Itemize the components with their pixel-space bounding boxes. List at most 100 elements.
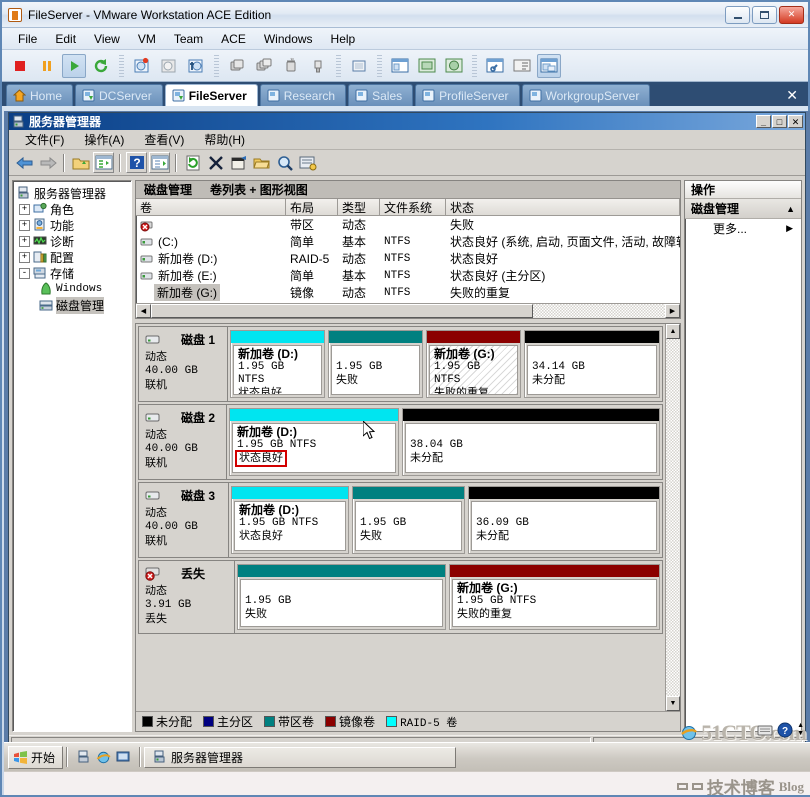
mmc-menu-file[interactable]: 文件(F): [15, 129, 74, 150]
table-row[interactable]: (C:) 简单 基本 NTFS 状态良好 (系统, 启动, 页面文件, 活动, …: [136, 233, 680, 250]
clone-button[interactable]: [225, 54, 249, 78]
expander-icon[interactable]: +: [19, 219, 30, 231]
column-header-volume[interactable]: 卷: [136, 199, 286, 215]
server-manager-quick-icon[interactable]: [116, 750, 130, 764]
snapshot-manager-button[interactable]: [184, 54, 208, 78]
column-header-type[interactable]: 类型: [338, 199, 380, 215]
table-row[interactable]: 带区 动态 失败: [136, 216, 680, 233]
partition[interactable]: 新加卷 (D:) 1.95 GB NTFS 状态良好: [229, 408, 399, 476]
tab-sales[interactable]: Sales: [348, 84, 414, 106]
rescan-disks-button[interactable]: [297, 152, 318, 173]
mmc-restore-button[interactable]: □: [772, 115, 787, 128]
properties-button[interactable]: [228, 152, 249, 173]
mmc-minimize-button[interactable]: _: [756, 115, 771, 128]
mmc-close-button[interactable]: ✕: [788, 115, 803, 128]
tab-dcserver[interactable]: DCServer: [75, 84, 163, 106]
tree-root[interactable]: 服务器管理器: [15, 185, 129, 201]
close-tab-button[interactable]: ✕: [786, 87, 808, 106]
column-header-filesystem[interactable]: 文件系统: [380, 199, 446, 215]
capture-screen-button[interactable]: [347, 54, 371, 78]
search-button[interactable]: [274, 152, 295, 173]
show-hide-tree-button[interactable]: [93, 152, 114, 173]
tree-child-windows-backup[interactable]: Windows: [15, 281, 129, 297]
show-desktop-icon[interactable]: [77, 750, 91, 764]
column-header-status[interactable]: 状态: [446, 199, 680, 215]
menu-file[interactable]: File: [10, 30, 45, 48]
take-snapshot-button[interactable]: [130, 54, 154, 78]
summary-button[interactable]: [510, 54, 534, 78]
column-header-layout[interactable]: 布局: [286, 199, 338, 215]
keyboard-icon[interactable]: [757, 723, 773, 737]
actions-section-disk-management[interactable]: 磁盘管理 ▲: [685, 199, 801, 219]
partition[interactable]: 新加卷 (G:) 1.95 GB NTFS 失败的重复: [426, 330, 521, 398]
show-action-pane-button[interactable]: [149, 152, 170, 173]
mmc-menu-view[interactable]: 查看(V): [134, 129, 194, 150]
scroll-up-button[interactable]: ▲: [666, 324, 680, 339]
menu-team[interactable]: Team: [166, 30, 211, 48]
expander-icon[interactable]: +: [19, 235, 30, 247]
tree-item-roles[interactable]: + 角色: [15, 201, 129, 217]
scroll-left-button[interactable]: ◀: [136, 304, 151, 318]
disk-row[interactable]: 磁盘 1 动态 40.00 GB 联机 新加卷 (D:) 1.95 GB NTF…: [138, 326, 663, 402]
tab-research[interactable]: Research: [259, 84, 347, 106]
tab-profileserver[interactable]: ProfileServer: [415, 84, 520, 106]
taskbar-item-server-manager[interactable]: 服务器管理器: [144, 746, 457, 768]
tree-item-diagnostics[interactable]: + 诊断: [15, 233, 129, 249]
partition[interactable]: 38.04 GB 未分配: [402, 408, 660, 476]
partition[interactable]: 36.09 GB 未分配: [468, 486, 660, 554]
pause-button[interactable]: [35, 54, 59, 78]
settings-button[interactable]: [483, 54, 507, 78]
chevron-down-icon[interactable]: ▼: [797, 730, 804, 737]
partition[interactable]: 1.95 GB 失败: [328, 330, 423, 398]
disk-row[interactable]: 磁盘 2 动态 40.00 GB 联机 新加卷 (D:) 1.95 GB NTF…: [138, 404, 663, 480]
revert-snapshot-button[interactable]: [157, 54, 181, 78]
partition[interactable]: 34.14 GB 未分配: [524, 330, 660, 398]
tree-child-disk-management[interactable]: 磁盘管理: [15, 296, 129, 314]
volume-list-hscrollbar[interactable]: ◀ ▶: [136, 303, 680, 318]
tree-item-storage[interactable]: - 存储: [15, 265, 129, 281]
clone-multiple-button[interactable]: [252, 54, 276, 78]
power-off-button[interactable]: [8, 54, 32, 78]
graphical-view-vscrollbar[interactable]: ▲ ▼: [665, 324, 680, 711]
expander-icon[interactable]: +: [19, 251, 30, 263]
open-folder-button[interactable]: [251, 152, 272, 173]
delete-button[interactable]: [205, 152, 226, 173]
play-button[interactable]: [62, 53, 86, 78]
delete-vm-button[interactable]: [279, 54, 303, 78]
start-button[interactable]: 开始: [8, 745, 64, 769]
mmc-menu-help[interactable]: 帮助(H): [194, 129, 255, 150]
expander-icon[interactable]: -: [19, 267, 30, 279]
back-button[interactable]: [14, 152, 35, 173]
chevron-up-icon[interactable]: ▲: [797, 722, 804, 729]
console-tree-pane[interactable]: 服务器管理器 + 角色 + 功能 + 诊断 + 配置 - 存储 Windows …: [12, 180, 132, 732]
table-row[interactable]: 新加卷 (D:) RAID-5 动态 NTFS 状态良好: [136, 250, 680, 267]
help-icon[interactable]: ?: [777, 722, 793, 738]
scroll-right-button[interactable]: ▶: [665, 304, 680, 318]
usb-device-button[interactable]: [306, 54, 330, 78]
menu-windows[interactable]: Windows: [256, 30, 321, 48]
minimize-button[interactable]: [725, 5, 750, 24]
partition[interactable]: 新加卷 (G:) 1.95 GB NTFS 失败的重复: [449, 564, 660, 630]
quick-switch-button[interactable]: [442, 54, 466, 78]
forward-button[interactable]: [37, 152, 58, 173]
partition[interactable]: 新加卷 (D:) 1.95 GB NTFS 状态良好: [231, 486, 349, 554]
partition[interactable]: 1.95 GB 失败: [237, 564, 446, 630]
hscroll-track[interactable]: [533, 303, 665, 318]
tree-item-features[interactable]: + 功能: [15, 217, 129, 233]
reset-button[interactable]: [89, 54, 113, 78]
table-row[interactable]: 新加卷 (G:) 镜像 动态 NTFS 失败的重复: [136, 284, 680, 301]
table-row[interactable]: 新加卷 (E:) 简单 基本 NTFS 状态良好 (主分区): [136, 267, 680, 284]
tree-item-configuration[interactable]: + 配置: [15, 249, 129, 265]
close-button[interactable]: ✕: [779, 5, 804, 24]
refresh-button[interactable]: [182, 152, 203, 173]
internet-explorer-icon[interactable]: [96, 750, 111, 765]
tab-workgroupserver[interactable]: WorkgroupServer: [521, 84, 651, 106]
partition[interactable]: 1.95 GB 失败: [352, 486, 465, 554]
expander-icon[interactable]: +: [19, 203, 30, 215]
vscroll-track[interactable]: [666, 339, 680, 696]
vm-status-spinner[interactable]: ▲ ▼: [797, 722, 804, 737]
up-one-level-button[interactable]: [70, 152, 91, 173]
sidebar-toggle-button[interactable]: [388, 54, 412, 78]
menu-edit[interactable]: Edit: [47, 30, 84, 48]
disk-row[interactable]: 磁盘 3 动态 40.00 GB 联机 新加卷 (D:) 1.95 GB NTF…: [138, 482, 663, 558]
